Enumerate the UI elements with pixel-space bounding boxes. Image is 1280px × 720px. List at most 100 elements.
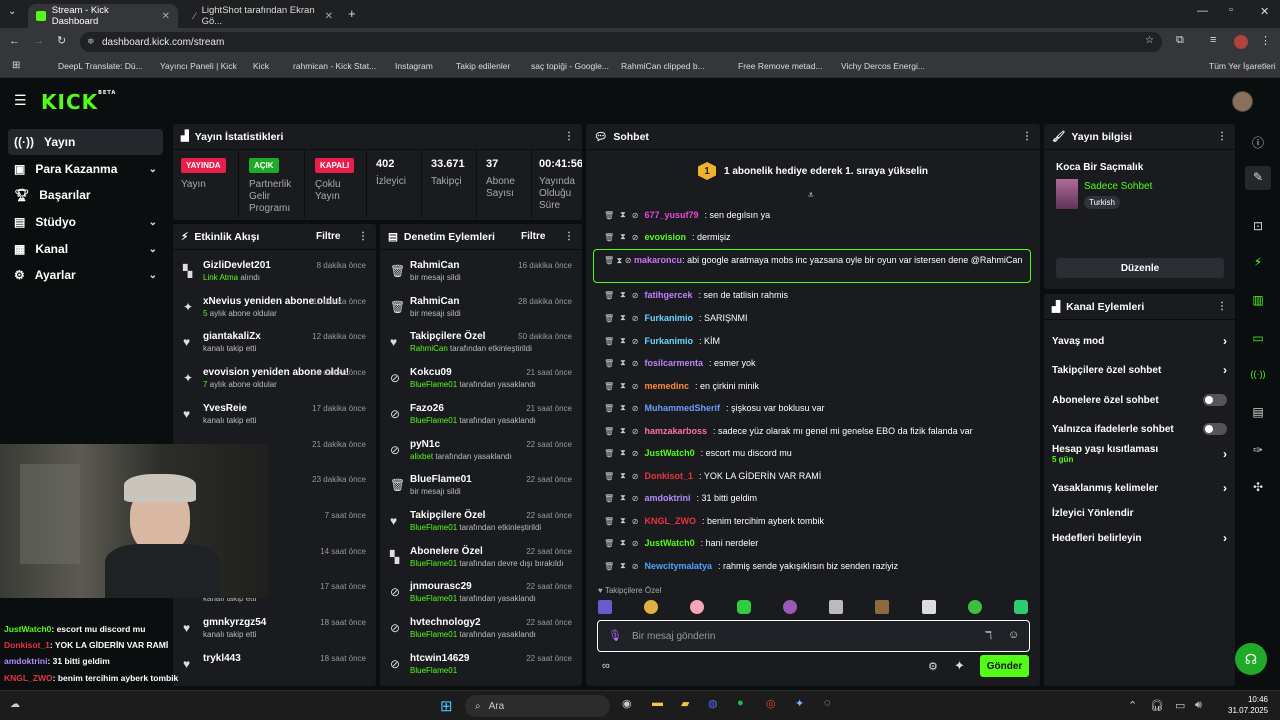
- ban-icon[interactable]: ⊘: [632, 404, 639, 413]
- clock[interactable]: 10:46 31.07.2025: [1228, 694, 1268, 716]
- ban-icon[interactable]: ⊘: [632, 562, 639, 571]
- category-name[interactable]: Sadece Sohbet: [1084, 181, 1152, 192]
- close-window-icon[interactable]: ✕: [1260, 5, 1269, 18]
- ban-icon[interactable]: ⊘: [632, 359, 639, 368]
- chat-users-icon[interactable]: ∞: [602, 660, 610, 672]
- nav-studyo[interactable]: ▤ Stüdyo ⌄: [8, 209, 163, 235]
- chat-username[interactable]: JustWatch0: [644, 448, 694, 458]
- tab-stream-kick[interactable]: Stream - Kick Dashboard ✕: [28, 4, 178, 28]
- channel-action[interactable]: Hesap yaşı kısıtlaması 5 gün ›: [1052, 444, 1227, 464]
- filter-button[interactable]: Filtre: [316, 231, 340, 242]
- volume-icon[interactable]: 🔊︎: [1195, 699, 1202, 712]
- lightning-icon[interactable]: ⚡︎: [1240, 255, 1276, 269]
- channel-action[interactable]: Yasaklanmış kelimeler ›: [1052, 481, 1227, 495]
- user-avatar[interactable]: [1232, 91, 1253, 112]
- delete-message-icon[interactable]: 🗑︎: [604, 256, 614, 265]
- edit-button[interactable]: Düzenle: [1056, 258, 1224, 278]
- files-app-icon[interactable]: ▬: [652, 697, 663, 709]
- emote[interactable]: [921, 600, 936, 614]
- delete-message-icon[interactable]: 🗑︎: [604, 382, 614, 391]
- tools-icon[interactable]: ✣: [1240, 480, 1276, 494]
- emote[interactable]: [644, 600, 659, 614]
- delete-message-icon[interactable]: 🗑︎: [604, 562, 614, 571]
- close-tab-icon[interactable]: ✕: [162, 11, 170, 22]
- feed-item-user[interactable]: BlueFlame01: [410, 594, 457, 603]
- ban-icon[interactable]: ⊘: [632, 449, 639, 458]
- more-options-icon[interactable]: ⋮: [564, 131, 574, 142]
- emote[interactable]: [690, 600, 705, 614]
- ban-icon[interactable]: ⊘: [632, 314, 639, 323]
- pinned-toggle-icon[interactable]: ⩡: [808, 190, 814, 201]
- timeout-icon[interactable]: ⧗: [620, 403, 626, 413]
- filter-button[interactable]: Filtre: [521, 231, 545, 242]
- new-tab-button[interactable]: +: [348, 6, 356, 21]
- network-icon[interactable]: ▭: [1175, 699, 1185, 712]
- obs-app-icon[interactable]: ◌: [824, 697, 831, 709]
- ban-icon[interactable]: ⊘: [632, 472, 639, 481]
- tab-list-icon[interactable]: ⌄: [8, 6, 16, 17]
- chrome-app-icon[interactable]: ◎: [766, 697, 776, 710]
- extensions-icon[interactable]: ⧉: [1176, 34, 1184, 47]
- emote[interactable]: [598, 600, 612, 614]
- discord-app-icon[interactable]: ◍: [708, 697, 718, 710]
- delete-message-icon[interactable]: 🗑︎: [604, 233, 614, 242]
- kick-logo[interactable]: KICKBETA: [41, 90, 116, 114]
- mod-tools-icon[interactable]: ✦: [954, 658, 965, 674]
- feed-item-user[interactable]: BlueFlame01: [410, 523, 457, 532]
- timeout-icon[interactable]: ⧗: [620, 448, 626, 458]
- bookmark-item[interactable]: Free Remove metad...: [738, 61, 823, 71]
- spotify-app-icon[interactable]: ●: [737, 697, 744, 709]
- delete-message-icon[interactable]: 🗑︎: [604, 404, 614, 413]
- delete-message-icon[interactable]: 🗑︎: [604, 427, 614, 436]
- chat-username[interactable]: JustWatch0: [644, 538, 694, 548]
- more-options-icon[interactable]: ⋮: [1217, 131, 1227, 142]
- text-style-icon[interactable]: ℸ: [985, 629, 992, 642]
- timeout-icon[interactable]: ⧗: [620, 336, 626, 346]
- channel-action[interactable]: Yavaş mod ›: [1052, 334, 1227, 348]
- site-info-icon[interactable]: ≑: [87, 36, 95, 47]
- tab-lightshot[interactable]: ⁄ LightShot tarafından Ekran Gö... ✕: [186, 4, 341, 28]
- chat-username[interactable]: hamzakarboss: [644, 426, 707, 436]
- bookmark-item[interactable]: Instagram: [395, 61, 433, 71]
- maximize-icon[interactable]: ▫: [1229, 4, 1233, 16]
- channel-action[interactable]: İzleyici Yönlendir: [1052, 506, 1227, 520]
- taskbar-search[interactable]: ⌕ Ara: [465, 695, 610, 717]
- chat-username[interactable]: 677_yusuf79: [644, 210, 698, 220]
- chat-username[interactable]: memedinc: [644, 381, 689, 391]
- timeout-icon[interactable]: ⧗: [620, 493, 626, 503]
- timeout-icon[interactable]: ⧗: [620, 471, 626, 481]
- ban-icon[interactable]: ⊘: [632, 337, 639, 346]
- ban-icon[interactable]: ⊘: [632, 494, 639, 503]
- microphone-icon[interactable]: 🎙︎: [608, 629, 622, 642]
- gift-banner[interactable]: 1 1 abonelik hediye ederek 1. sıraya yük…: [586, 152, 1040, 190]
- broadcast-icon[interactable]: ((·)): [1240, 369, 1276, 379]
- nav-yayin[interactable]: ((·)) Yayın: [8, 129, 163, 155]
- ban-icon[interactable]: ⊘: [632, 291, 639, 300]
- folder-app-icon[interactable]: ▰: [681, 697, 689, 710]
- ban-icon[interactable]: ⊘: [632, 517, 639, 526]
- chat-username[interactable]: Furkanimio: [644, 313, 693, 323]
- browser-menu-icon[interactable]: ⋮: [1260, 34, 1271, 47]
- bookmark-item[interactable]: Yayıncı Paneli | Kick: [160, 61, 237, 71]
- more-options-icon[interactable]: ⋮: [1022, 131, 1032, 142]
- channel-action[interactable]: Yalnızca ifadelerle sohbet: [1052, 422, 1227, 436]
- chat-username[interactable]: Newcitymalatya: [644, 561, 712, 571]
- more-options-icon[interactable]: ⋮: [564, 231, 574, 242]
- chat-username[interactable]: Furkanimio: [644, 336, 693, 346]
- delete-message-icon[interactable]: 🗑︎: [604, 291, 614, 300]
- bookmark-item[interactable]: Takip edilenler: [456, 61, 510, 71]
- app-icon[interactable]: ✦: [795, 697, 804, 710]
- nav-ayarlar[interactable]: ⚙ Ayarlar ⌄: [8, 262, 163, 288]
- timeout-icon[interactable]: ⧗: [620, 313, 626, 323]
- delete-message-icon[interactable]: 🗑︎: [604, 359, 614, 368]
- chat-username[interactable]: Donkisot_1: [644, 471, 693, 481]
- reload-icon[interactable]: ↻: [57, 34, 66, 47]
- chat-icon[interactable]: ▭: [1240, 331, 1276, 345]
- feed-item-user[interactable]: 7: [203, 380, 207, 389]
- delete-message-icon[interactable]: 🗑︎: [604, 314, 614, 323]
- start-button[interactable]: ⊞: [440, 697, 453, 715]
- more-options-icon[interactable]: ⋮: [358, 231, 368, 242]
- chat-input[interactable]: 🎙︎ Bir mesaj gönderin ℸ ☺: [597, 620, 1030, 652]
- ban-icon[interactable]: ⊘: [632, 539, 639, 548]
- chat-username[interactable]: evovision: [644, 232, 686, 242]
